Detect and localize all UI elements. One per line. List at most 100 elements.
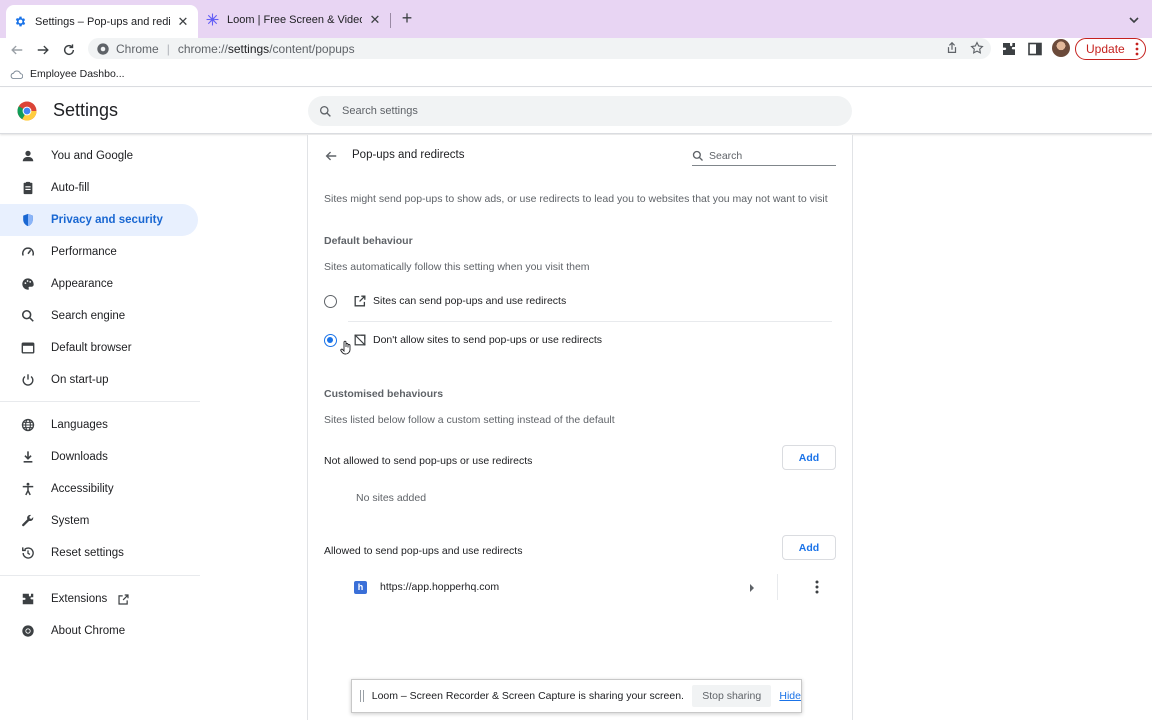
- update-button[interactable]: Update: [1075, 38, 1146, 60]
- drag-handle-icon[interactable]: [360, 690, 364, 702]
- divider: |: [166, 41, 170, 56]
- globe-icon: [21, 418, 35, 432]
- reload-button[interactable]: [59, 40, 79, 60]
- allowed-label: Allowed to send pop-ups and use redirect…: [324, 545, 523, 557]
- person-icon: [21, 149, 35, 163]
- wrench-icon: [21, 514, 35, 528]
- arrow-right-icon: [37, 45, 49, 55]
- site-chip: Chrome: [116, 41, 159, 56]
- chevron-down-icon[interactable]: [1126, 12, 1142, 28]
- shield-icon: [21, 213, 35, 227]
- update-label: Update: [1086, 42, 1125, 56]
- allowed-site-row[interactable]: h https://app.hopperhq.com: [354, 574, 834, 600]
- sidebar-item-auto-fill[interactable]: Auto-fill: [0, 172, 198, 204]
- palette-icon: [21, 277, 35, 291]
- close-icon[interactable]: ✕: [176, 14, 190, 29]
- sidebar-item-privacy-and-security[interactable]: Privacy and security: [0, 204, 198, 236]
- forward-button[interactable]: [33, 40, 53, 60]
- download-icon: [21, 450, 35, 464]
- sidebar-item-you-and-google[interactable]: You and Google: [0, 140, 198, 172]
- search-icon: [21, 309, 35, 323]
- sidebar-item-about-chrome[interactable]: About Chrome: [0, 615, 198, 647]
- sidebar-item-label: Reset settings: [51, 547, 124, 559]
- side-panel-icon[interactable]: [1027, 41, 1043, 57]
- sidebar-item-label: System: [51, 515, 90, 527]
- sidebar-item-label: Appearance: [51, 278, 114, 290]
- sidebar-item-languages[interactable]: Languages: [0, 409, 198, 441]
- more-vert-icon: [1135, 42, 1139, 56]
- radio-button[interactable]: [324, 294, 337, 308]
- not-allowed-label: Not allowed to send pop-ups or use redir…: [324, 455, 533, 467]
- history-icon: [21, 546, 35, 560]
- puzzle-icon: [21, 592, 35, 606]
- radio-block-popups[interactable]: Don't allow sites to send pop-ups or use…: [324, 325, 832, 355]
- tab-loom[interactable]: Loom | Free Screen & Video Recording ✕: [198, 5, 390, 34]
- clipboard-icon: [21, 181, 35, 195]
- cloud-icon: [10, 70, 23, 79]
- no-sites-text: No sites added: [356, 492, 427, 504]
- radio-label: Don't allow sites to send pop-ups or use…: [373, 334, 603, 346]
- radio-label: Sites can send pop-ups and use redirects: [373, 295, 567, 307]
- bookmarks-bar: Employee Dashbo...: [0, 63, 1152, 87]
- settings-search[interactable]: [308, 96, 852, 126]
- sidebar-item-label: On start-up: [51, 374, 109, 386]
- new-tab-button[interactable]: +: [398, 9, 416, 28]
- back-button[interactable]: [7, 40, 27, 60]
- share-icon[interactable]: [945, 41, 959, 55]
- radio-button[interactable]: [324, 333, 337, 347]
- divider: [0, 401, 200, 402]
- star-icon[interactable]: [970, 41, 984, 55]
- more-vert-icon[interactable]: [814, 580, 820, 594]
- popups-settings-card: Pop-ups and redirects Sites might send p…: [307, 135, 853, 720]
- search-input[interactable]: [342, 105, 822, 117]
- sidebar-item-search-engine[interactable]: Search engine: [0, 300, 198, 332]
- hide-link[interactable]: Hide: [779, 690, 801, 702]
- search-input[interactable]: [709, 150, 829, 162]
- tab-separator: [390, 13, 391, 28]
- loom-icon: [206, 13, 219, 26]
- sidebar-item-label: Auto-fill: [51, 182, 90, 194]
- subpage-search[interactable]: [692, 147, 836, 166]
- arrow-left-icon[interactable]: [324, 149, 338, 163]
- customised-behaviours-description: Sites listed below follow a custom setti…: [324, 414, 615, 426]
- sidebar-item-on-start-up[interactable]: On start-up: [0, 364, 198, 396]
- sidebar-item-performance[interactable]: Performance: [0, 236, 198, 268]
- sidebar: You and Google Auto-fill Privacy and sec…: [0, 135, 205, 720]
- screen-sharing-bar: Loom – Screen Recorder & Screen Capture …: [351, 679, 802, 713]
- sidebar-item-accessibility[interactable]: Accessibility: [0, 473, 198, 505]
- sharing-message: Loom – Screen Recorder & Screen Capture …: [371, 690, 684, 702]
- close-icon[interactable]: ✕: [368, 12, 382, 27]
- avatar[interactable]: [1052, 39, 1070, 57]
- sidebar-item-extensions[interactable]: Extensions: [0, 583, 198, 615]
- sidebar-item-reset-settings[interactable]: Reset settings: [0, 537, 198, 569]
- address-bar[interactable]: Chrome | chrome://settings/content/popup…: [88, 38, 991, 59]
- sidebar-item-label: Accessibility: [51, 483, 114, 495]
- sidebar-item-label: Downloads: [51, 451, 108, 463]
- stop-sharing-button[interactable]: Stop sharing: [691, 685, 772, 707]
- tab-title: Loom | Free Screen & Video Recording: [227, 13, 362, 26]
- sidebar-item-label: Privacy and security: [51, 214, 163, 226]
- chrome-site-icon: [97, 42, 109, 55]
- gear-icon: [14, 15, 27, 28]
- popups-description: Sites might send pop-ups to show ads, or…: [324, 193, 828, 205]
- accessibility-icon: [21, 482, 35, 496]
- divider: [348, 321, 832, 322]
- sidebar-item-appearance[interactable]: Appearance: [0, 268, 198, 300]
- sidebar-item-system[interactable]: System: [0, 505, 198, 537]
- toolbar: Chrome | chrome://settings/content/popup…: [0, 38, 1152, 63]
- tab-settings[interactable]: Settings – Pop-ups and redirects ✕: [6, 5, 198, 38]
- sidebar-item-label: Extensions: [51, 593, 108, 605]
- radio-allow-popups[interactable]: Sites can send pop-ups and use redirects: [324, 286, 832, 316]
- sidebar-item-label: You and Google: [51, 150, 134, 162]
- sidebar-item-default-browser[interactable]: Default browser: [0, 332, 198, 364]
- puzzle-icon[interactable]: [1001, 41, 1017, 57]
- reload-icon: [63, 44, 75, 56]
- add-not-allowed-button[interactable]: Add: [782, 445, 836, 470]
- arrow-right-icon[interactable]: [748, 583, 756, 593]
- url-host: settings: [227, 41, 270, 56]
- bookmark-employee-dashboard[interactable]: Employee Dashbo...: [10, 68, 125, 80]
- tab-title: Settings – Pop-ups and redirects: [35, 15, 170, 28]
- sidebar-item-downloads[interactable]: Downloads: [0, 441, 198, 473]
- add-allowed-button[interactable]: Add: [782, 535, 836, 560]
- customised-behaviours-heading: Customised behaviours: [324, 388, 444, 400]
